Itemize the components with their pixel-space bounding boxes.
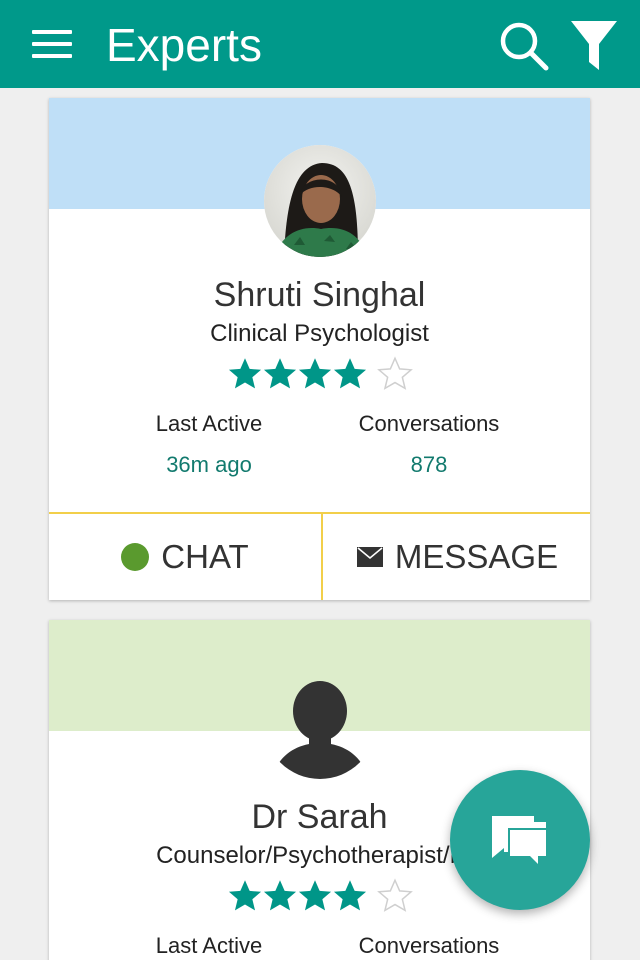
avatar-placeholder-icon[interactable]: [264, 667, 376, 779]
chat-button[interactable]: CHAT: [49, 514, 323, 600]
search-icon[interactable]: [498, 20, 550, 72]
chat-button-label: CHAT: [161, 538, 249, 575]
star-filled-icon: [333, 358, 367, 389]
star-filled-icon: [263, 880, 297, 911]
conversations-label: Conversations: [358, 933, 500, 958]
message-button[interactable]: MESSAGE: [325, 514, 590, 600]
last-active-label: Last Active: [155, 933, 263, 958]
conversations-label: Conversations: [358, 411, 500, 436]
star-filled-icon: [263, 358, 297, 389]
star-filled-icon: [228, 880, 262, 911]
last-active-value: 36m ago: [166, 452, 252, 477]
app-bar: Experts: [0, 0, 640, 88]
chat-fab-button[interactable]: [450, 770, 590, 910]
rating-stars: [227, 356, 417, 396]
expert-title: Clinical Psychologist: [210, 320, 429, 347]
page-title: Experts: [106, 19, 262, 71]
rating-stars: [227, 878, 417, 918]
conversations-value: 878: [410, 452, 448, 477]
envelope-icon: [356, 547, 383, 567]
expert-name: Shruti Singhal: [213, 276, 426, 314]
message-button-label: MESSAGE: [394, 538, 559, 575]
card-actions: CHAT MESSAGE: [49, 512, 590, 600]
online-status-icon: [121, 543, 150, 571]
star-filled-icon: [298, 880, 332, 911]
expert-card[interactable]: Shruti Singhal Clinical Psychologist Las…: [49, 98, 590, 600]
star-empty-icon: [377, 356, 413, 390]
star-empty-icon: [377, 878, 413, 912]
star-filled-icon: [298, 358, 332, 389]
filter-icon[interactable]: [568, 18, 620, 74]
chat-bubbles-icon: [492, 816, 548, 868]
avatar[interactable]: [264, 145, 376, 257]
last-active-label: Last Active: [155, 411, 263, 436]
star-filled-icon: [333, 880, 367, 911]
menu-icon[interactable]: [32, 30, 72, 58]
star-filled-icon: [228, 358, 262, 389]
